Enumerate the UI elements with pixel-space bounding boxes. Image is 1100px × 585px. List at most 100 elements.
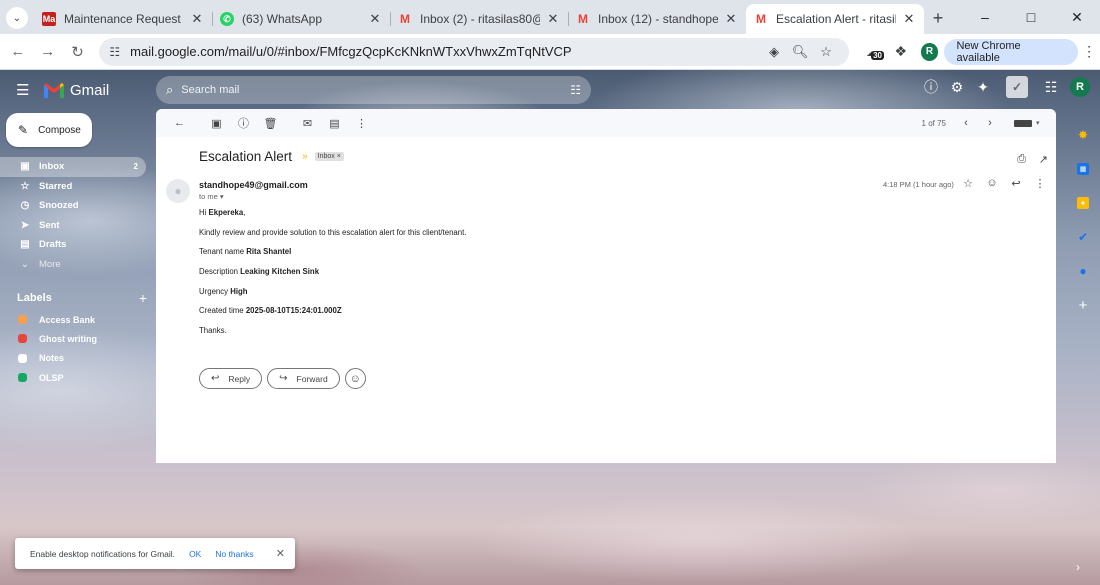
search-options-icon[interactable]: ☷: [570, 83, 581, 97]
labels-list: Access Bank Ghost writing Notes OLSP: [0, 310, 155, 387]
close-icon[interactable]: ✕: [276, 547, 285, 560]
forward-button[interactable]: ↪ Forward: [267, 368, 340, 389]
open-in-new-window-icon[interactable]: ↗: [1039, 153, 1048, 166]
back-arrow-icon[interactable]: ←: [4, 38, 32, 66]
pagination-text: 1 of 75: [921, 118, 946, 128]
more-vert-icon[interactable]: ⋮: [348, 117, 375, 130]
label-name: Access Bank: [39, 314, 96, 325]
print-icon[interactable]: ⎙: [1017, 153, 1026, 166]
forward-arrow-icon[interactable]: →: [34, 38, 62, 66]
emoji-react-icon[interactable]: ☺: [980, 177, 1004, 190]
compose-label: Compose: [38, 124, 81, 136]
extension-cloud-icon[interactable]: ☁30: [859, 43, 887, 60]
chevron-left-icon[interactable]: ‹: [954, 117, 978, 129]
notification-toast: Enable desktop notifications for Gmail. …: [15, 538, 295, 569]
new-chrome-available-button[interactable]: New Chrome available: [944, 38, 1079, 65]
extensions-puzzle-icon[interactable]: ❖: [887, 43, 915, 60]
description-line: Description Leaking Kitchen Sink: [199, 267, 320, 277]
label-item[interactable]: Notes: [0, 349, 155, 368]
zoom-icon[interactable]: 🔍︎: [787, 44, 813, 60]
close-icon[interactable]: ✕: [724, 11, 738, 27]
back-arrow-icon[interactable]: ←: [166, 117, 193, 129]
close-icon[interactable]: ✕: [902, 11, 916, 27]
keyboard-icon[interactable]: [1014, 119, 1032, 127]
sender-email[interactable]: standhope49@gmail.com: [199, 180, 308, 190]
reload-icon[interactable]: ↻: [64, 38, 92, 66]
tab-search-button[interactable]: ⌄: [6, 7, 28, 29]
site-info-icon[interactable]: ☷: [109, 45, 120, 59]
reply-icon[interactable]: ↩: [1004, 177, 1028, 190]
toast-no-thanks-button[interactable]: No thanks: [215, 549, 253, 559]
chevron-right-icon[interactable]: ›: [978, 117, 1002, 129]
recipient-line[interactable]: to me ▾: [199, 192, 224, 201]
label-color-icon: [18, 373, 27, 383]
search-bar[interactable]: ⌕ ☷: [156, 76, 591, 104]
sidebar-item-snoozed[interactable]: ◷ Snoozed: [0, 196, 146, 216]
mark-unread-icon[interactable]: ✉: [294, 117, 321, 130]
settings-gear-icon[interactable]: ⚙: [944, 79, 970, 96]
lens-icon[interactable]: ◈: [761, 44, 787, 60]
close-icon[interactable]: ✕: [368, 11, 382, 27]
calendar-icon[interactable]: ▦: [1072, 152, 1094, 186]
star-icon[interactable]: ☆: [956, 177, 980, 190]
apps-grid-icon[interactable]: ☷: [1038, 79, 1064, 96]
move-to-icon[interactable]: ▤: [321, 117, 348, 130]
sidebar-item-label: Drafts: [39, 239, 67, 251]
toast-ok-button[interactable]: OK: [189, 549, 201, 559]
delete-icon[interactable]: 🗑︎: [257, 117, 284, 130]
workspace-icon[interactable]: ✓: [1006, 76, 1028, 98]
browser-tab[interactable]: ✆ (63) WhatsApp ✕: [212, 4, 390, 34]
gemini-sparkle-icon[interactable]: ✦: [970, 79, 996, 96]
close-icon[interactable]: ✕: [190, 11, 204, 27]
tasks-icon[interactable]: ✔: [1072, 220, 1094, 254]
add-app-icon[interactable]: +: [1072, 288, 1094, 322]
label-item[interactable]: OLSP: [0, 368, 155, 387]
sidebar-item-sent[interactable]: ➤ Sent: [0, 216, 146, 236]
url-text[interactable]: mail.google.com/mail/u/0/#inbox/FMfcgzQc…: [130, 44, 761, 59]
more-vert-icon[interactable]: ⋮: [1078, 43, 1100, 60]
address-bar[interactable]: ☷ mail.google.com/mail/u/0/#inbox/FMfcgz…: [99, 37, 850, 66]
keep-icon[interactable]: ●: [1072, 186, 1094, 220]
chevron-down-icon[interactable]: ▾: [1036, 119, 1056, 127]
browser-tab[interactable]: M Inbox (2) - ritasilas80@gmai ✕: [390, 4, 568, 34]
report-spam-icon[interactable]: ⓘ: [230, 115, 257, 131]
compose-button[interactable]: ✎ Compose: [6, 113, 92, 147]
label-item[interactable]: Access Bank: [0, 310, 155, 329]
label-color-icon: [18, 334, 27, 344]
important-marker-icon[interactable]: »: [302, 151, 308, 162]
more-vert-icon[interactable]: ⋮: [1028, 177, 1052, 190]
sidebar-item-starred[interactable]: ☆ Starred: [0, 177, 146, 197]
gmail-logo[interactable]: Gmail: [44, 82, 109, 99]
browser-tab[interactable]: Ma Maintenance Request Escala ✕: [34, 4, 212, 34]
menu-icon[interactable]: ☰: [16, 81, 32, 99]
sparkle-icon[interactable]: ✸: [1072, 118, 1094, 152]
help-icon[interactable]: ⓘ: [918, 77, 944, 97]
reply-button[interactable]: ↩ Reply: [199, 368, 263, 389]
browser-tab[interactable]: M Inbox (12) - standhope49@ ✕: [568, 4, 746, 34]
archive-icon[interactable]: ▣: [203, 117, 230, 130]
bookmark-star-icon[interactable]: ☆: [813, 44, 839, 60]
inbox-label-chip[interactable]: Inbox ×: [314, 152, 344, 161]
sidebar-item-drafts[interactable]: ▤ Drafts: [0, 235, 146, 255]
sidebar-item-more[interactable]: ⌄ More: [0, 255, 146, 275]
profile-avatar[interactable]: R: [920, 42, 939, 61]
contacts-icon[interactable]: ●: [1072, 254, 1094, 288]
minimize-icon[interactable]: –: [962, 9, 1008, 25]
tab-title: Inbox (2) - ritasilas80@gmai: [420, 12, 540, 26]
maximize-icon[interactable]: □: [1008, 9, 1054, 25]
emoji-react-button[interactable]: ☺: [344, 368, 366, 389]
chevron-right-icon[interactable]: ›: [1076, 560, 1080, 574]
label-color-icon: [18, 315, 27, 325]
new-tab-button[interactable]: +: [924, 4, 952, 32]
add-label-icon[interactable]: +: [139, 290, 147, 306]
browser-tab-active[interactable]: M Escalation Alert - ritasilas80 ✕: [746, 4, 924, 34]
account-avatar[interactable]: R: [1070, 77, 1090, 97]
tab-favicon: Ma: [42, 12, 56, 26]
close-window-icon[interactable]: ✕: [1054, 9, 1100, 26]
subject-row: Escalation Alert » Inbox ×: [199, 149, 344, 164]
close-icon[interactable]: ✕: [546, 11, 560, 27]
sidebar-item-inbox[interactable]: ▣ Inbox 2: [0, 157, 146, 177]
search-icon[interactable]: ⌕: [166, 82, 173, 98]
label-item[interactable]: Ghost writing: [0, 329, 155, 348]
search-input[interactable]: [181, 84, 571, 96]
